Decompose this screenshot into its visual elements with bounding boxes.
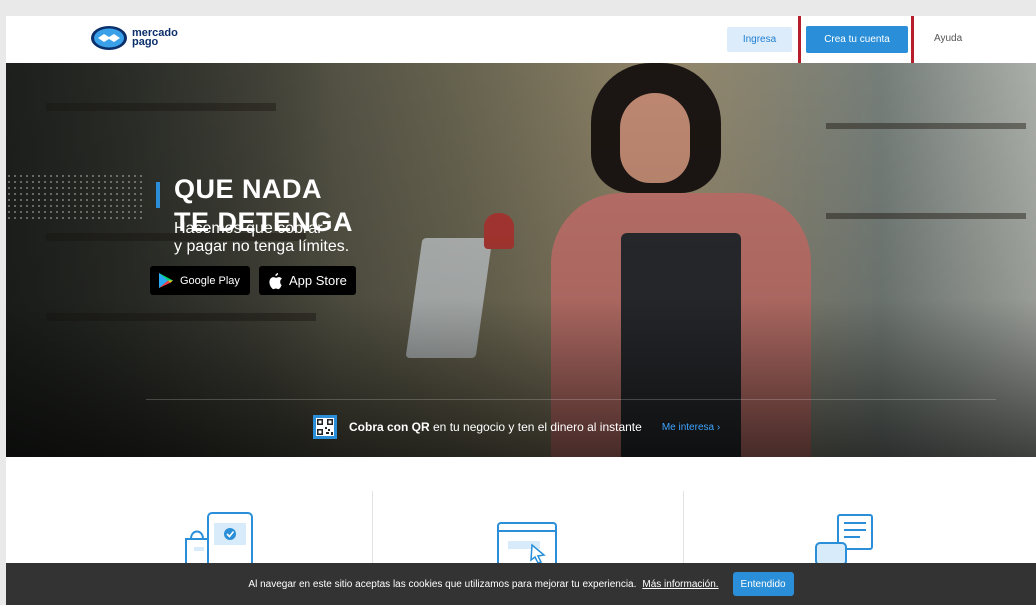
more-info-link[interactable]: Más información. bbox=[642, 579, 718, 590]
hero-divider bbox=[146, 399, 996, 400]
google-play-icon bbox=[159, 273, 173, 288]
logo-text: mercado pago bbox=[132, 28, 178, 48]
feature-divider bbox=[683, 491, 684, 571]
hero-banner: QUE NADA TE DETENGA Hacemos que cobrar y… bbox=[6, 63, 1036, 457]
title-accent-bar bbox=[156, 182, 160, 208]
phone-shopping-icon bbox=[185, 512, 253, 565]
login-button[interactable]: Ingresa bbox=[727, 27, 792, 52]
qr-promo: Cobra con QR en tu negocio y ten el dine… bbox=[313, 415, 720, 439]
hero-title-line1: QUE NADA bbox=[174, 174, 323, 204]
google-play-label: Google Play bbox=[180, 274, 240, 287]
dot-pattern bbox=[6, 173, 146, 221]
me-interesa-link[interactable]: Me interesa › bbox=[662, 422, 720, 433]
help-link[interactable]: Ayuda bbox=[934, 33, 962, 44]
hero-subtitle: Hacemos que cobrar y pagar no tenga lími… bbox=[174, 220, 349, 256]
point-of-sale-icon bbox=[806, 514, 873, 566]
handshake-icon bbox=[91, 26, 127, 50]
feature-divider bbox=[372, 491, 373, 571]
logo-line2: pago bbox=[132, 36, 159, 48]
cookie-banner: Al navegar en este sitio aceptas las coo… bbox=[6, 563, 1036, 605]
qr-promo-text: Cobra con QR en tu negocio y ten el dine… bbox=[349, 420, 642, 434]
cookie-text: Al navegar en este sitio aceptas las coo… bbox=[248, 578, 637, 590]
create-account-button[interactable]: Crea tu cuenta bbox=[806, 26, 908, 53]
browser-click-icon bbox=[497, 522, 557, 568]
page: mercado pago Ingresa Crea tu cuenta Ayud… bbox=[6, 16, 1036, 605]
qr-promo-bold: Cobra con QR bbox=[349, 420, 430, 434]
app-store-button[interactable]: App Store bbox=[259, 266, 356, 295]
header: mercado pago Ingresa Crea tu cuenta Ayud… bbox=[6, 16, 1036, 75]
qr-code-icon bbox=[313, 415, 337, 439]
apple-icon bbox=[269, 272, 282, 289]
app-store-label: App Store bbox=[289, 273, 347, 288]
hero-subtitle-line1: Hacemos que cobrar bbox=[174, 220, 323, 237]
mercado-pago-logo[interactable]: mercado pago bbox=[90, 25, 178, 51]
google-play-button[interactable]: Google Play bbox=[150, 266, 250, 295]
hero-subtitle-line2: y pagar no tenga límites. bbox=[174, 238, 350, 255]
qr-promo-rest: en tu negocio y ten el dinero al instant… bbox=[429, 420, 642, 434]
accept-cookies-button[interactable]: Entendido bbox=[732, 572, 794, 596]
hero-shade bbox=[6, 63, 1036, 457]
